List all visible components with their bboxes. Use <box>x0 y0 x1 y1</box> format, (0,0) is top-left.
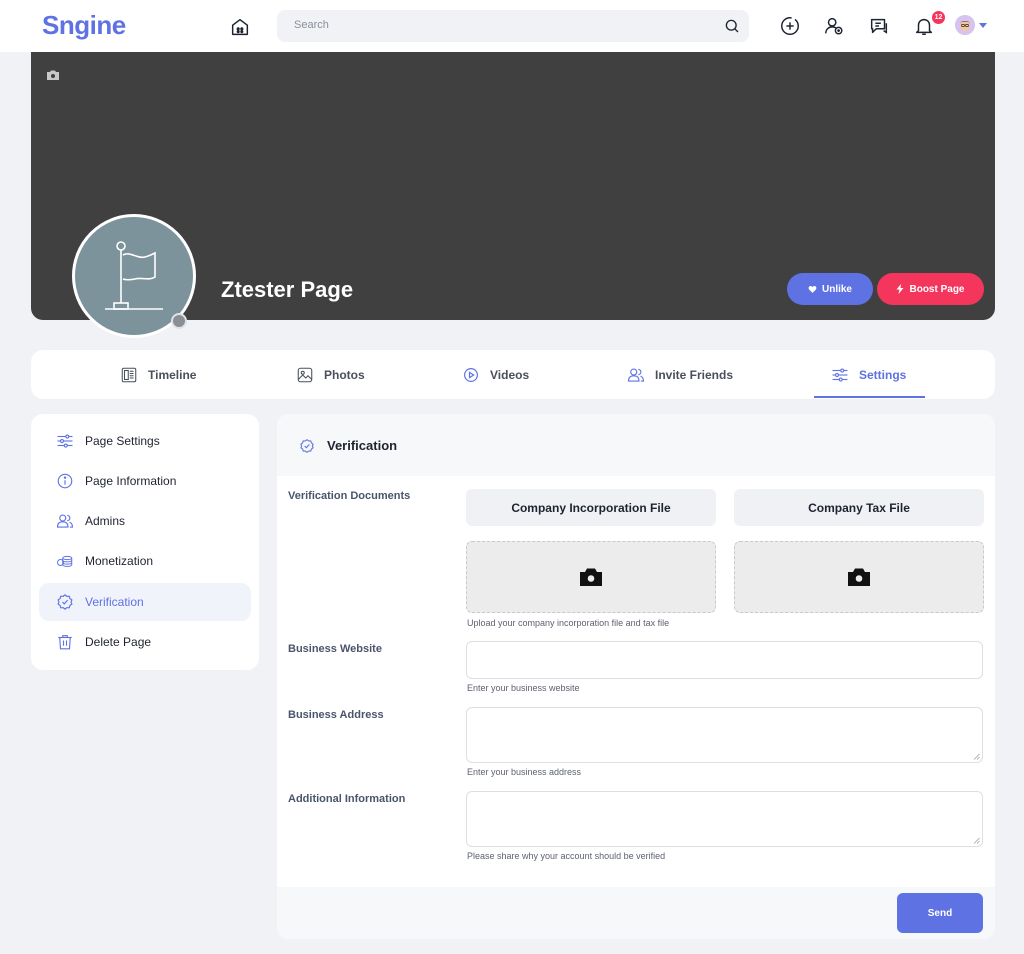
user-menu-chevron-down-icon[interactable] <box>979 23 987 28</box>
incorporation-file-upload[interactable] <box>466 541 716 613</box>
business-address-help: Enter your business address <box>467 767 582 777</box>
card-title: Verification <box>327 438 398 453</box>
photos-icon <box>297 367 313 382</box>
active-tab-indicator <box>814 396 925 398</box>
company-incorporation-file-tab[interactable]: Company Incorporation File <box>466 489 716 526</box>
search-placeholder: Search <box>294 19 329 31</box>
additional-information-label: Additional Information <box>288 793 406 805</box>
tab-invite-friends-label: Invite Friends <box>655 367 734 382</box>
tab-timeline[interactable]: Timeline <box>120 350 196 399</box>
videos-icon <box>464 367 478 382</box>
send-button[interactable]: Send <box>897 893 983 933</box>
sidebar-item-verification[interactable]: Verification <box>39 583 251 621</box>
sidebar-item-label: Verification <box>85 595 144 609</box>
business-address-label: Business Address <box>288 709 384 721</box>
verified-badge-icon <box>57 594 73 610</box>
change-picture-camera-icon[interactable] <box>171 313 187 329</box>
sidebar-item-delete-page[interactable]: Delete Page <box>39 623 251 661</box>
info-icon <box>57 473 73 489</box>
tab-settings[interactable]: Settings <box>831 350 906 399</box>
business-website-label: Business Website <box>288 643 382 655</box>
company-tax-file-tab[interactable]: Company Tax File <box>734 489 984 526</box>
tab-timeline-label: Timeline <box>148 367 197 382</box>
friend-requests-icon[interactable] <box>823 15 845 37</box>
page-tabs: Timeline Photos Videos Invite Friends Se… <box>31 350 995 399</box>
sidebar-item-admins[interactable]: Admins <box>39 502 251 540</box>
heart-icon <box>808 285 817 293</box>
resize-handle-icon[interactable] <box>973 753 980 760</box>
sidebar-item-page-settings[interactable]: Page Settings <box>39 422 251 460</box>
sidebar-item-label: Delete Page <box>85 635 152 649</box>
verification-documents-label: Verification Documents <box>288 490 411 502</box>
card-header: Verification <box>277 414 995 476</box>
camera-icon[interactable] <box>47 70 59 80</box>
additional-information-help: Please share why your account should be … <box>467 851 666 861</box>
resize-handle-icon[interactable] <box>973 837 980 844</box>
search-icon[interactable] <box>723 17 741 35</box>
settings-sidebar: Page Settings Page Information Admins Mo… <box>31 414 259 670</box>
coins-icon <box>57 555 73 567</box>
lightning-icon <box>896 284 904 294</box>
camera-icon <box>580 568 602 586</box>
tab-settings-label: Settings <box>859 367 907 382</box>
create-plus-icon[interactable] <box>779 15 801 37</box>
home-icon[interactable] <box>229 16 251 38</box>
tab-videos-label: Videos <box>490 367 530 382</box>
messages-icon[interactable] <box>868 15 890 37</box>
sidebar-item-monetization[interactable]: Monetization <box>39 542 251 580</box>
sidebar-item-label: Page Information <box>85 474 177 488</box>
business-website-help: Enter your business website <box>467 683 580 693</box>
tab-videos[interactable]: Videos <box>462 350 529 399</box>
additional-information-textarea[interactable] <box>466 791 983 847</box>
site-logo[interactable]: Sngine <box>42 10 126 41</box>
unlike-button[interactable]: Unlike <box>787 273 873 305</box>
boost-label: Boost Page <box>909 283 965 295</box>
verification-card: Verification Verification Documents Comp… <box>277 414 995 939</box>
sidebar-item-page-information[interactable]: Page Information <box>39 462 251 500</box>
sidebar-item-label: Page Settings <box>85 434 160 448</box>
card-footer <box>277 887 995 939</box>
camera-icon <box>848 568 870 586</box>
search-bar[interactable]: Search <box>277 10 749 42</box>
sidebar-item-label: Monetization <box>85 554 154 568</box>
tab-invite-friends[interactable]: Invite Friends <box>627 350 733 399</box>
admins-icon <box>56 514 74 528</box>
timeline-icon <box>121 367 137 382</box>
verified-badge-icon <box>300 439 314 453</box>
page-title: Ztester Page <box>221 277 354 302</box>
invite-friends-icon <box>627 367 645 382</box>
upload-help-text: Upload your company incorporation file a… <box>467 618 670 628</box>
top-navbar: Sngine Search 12 <box>0 0 1024 52</box>
notification-badge: 12 <box>932 11 945 24</box>
business-website-input[interactable] <box>466 641 983 679</box>
trash-icon <box>58 635 72 650</box>
tab-photos-label: Photos <box>324 367 365 382</box>
tab-photos[interactable]: Photos <box>296 350 365 399</box>
user-avatar[interactable] <box>955 15 975 35</box>
tax-file-upload[interactable] <box>734 541 984 613</box>
business-address-textarea[interactable] <box>466 707 983 763</box>
sidebar-item-label: Admins <box>85 514 126 528</box>
settings-icon <box>832 367 848 382</box>
unlike-label: Unlike <box>821 283 852 295</box>
sliders-icon <box>57 434 73 448</box>
boost-page-button[interactable]: Boost Page <box>877 273 984 305</box>
avatar-face-icon <box>955 15 975 35</box>
